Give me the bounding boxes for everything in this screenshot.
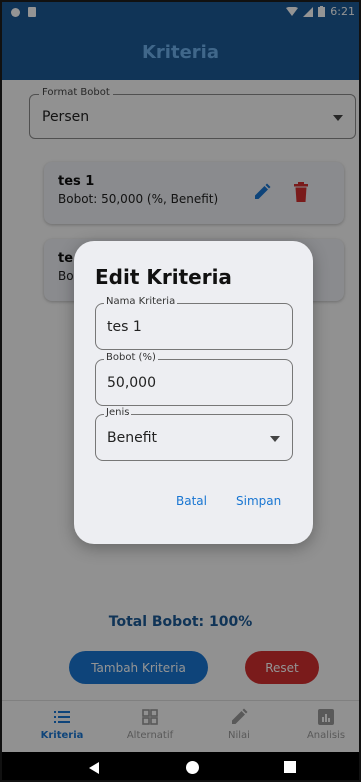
recent-apps-icon[interactable] [284, 761, 296, 773]
type-value: Benefit [107, 430, 158, 446]
format-bobot-dropdown[interactable]: Format Bobot Persen [29, 87, 356, 139]
sim-card-icon [28, 7, 36, 17]
criteria-name-field[interactable]: Nama Kriteria tes 1 [95, 296, 293, 350]
criteria-name-value: tes 1 [107, 319, 142, 335]
total-bobot: Total Bobot: 100% [108, 614, 253, 630]
edit-pencil-icon[interactable] [252, 182, 272, 202]
nav-label: Kriteria [40, 730, 84, 741]
format-bobot-value: Persen [42, 109, 90, 125]
phone-screen: 6:21 Kriteria Format Bobot Persen tes 1 … [0, 0, 361, 782]
cancel-button[interactable]: Batal [176, 494, 207, 508]
system-navigation-bar [2, 752, 359, 780]
type-label: Jenis [104, 407, 132, 418]
criteria-title: tes 1 [58, 174, 95, 189]
save-button[interactable]: Simpan [236, 494, 281, 508]
reset-button[interactable]: Reset [245, 651, 319, 684]
chevron-down-icon [270, 436, 280, 442]
dialog-title: Edit Kriteria [95, 265, 232, 289]
chart-icon [318, 709, 334, 725]
nav-label: Alternatif [126, 730, 174, 741]
nav-item-kriteria[interactable]: Kriteria [27, 707, 97, 741]
pencil-icon [232, 708, 248, 724]
nav-label: Analisis [306, 730, 346, 741]
weight-field[interactable]: Bobot (%) 50,000 [95, 352, 293, 406]
chevron-down-icon [333, 115, 343, 121]
status-time: 6:21 [330, 5, 355, 18]
weight-value: 50,000 [107, 375, 156, 391]
app-bar: Kriteria [2, 24, 359, 80]
type-dropdown[interactable]: Jenis Benefit [95, 407, 293, 461]
criteria-subtitle: Bobot: 50,000 (%, Benefit) [58, 192, 219, 206]
edit-criteria-dialog: Edit Kriteria Nama Kriteria tes 1 Bobot … [74, 241, 313, 544]
weight-label: Bobot (%) [104, 352, 158, 363]
nav-item-nilai[interactable]: Nilai [204, 707, 274, 741]
add-criteria-button[interactable]: Tambah Kriteria [69, 651, 208, 684]
criteria-subtitle: Bo [58, 269, 74, 283]
nav-item-analisis[interactable]: Analisis [291, 707, 359, 741]
grid-icon [142, 709, 158, 725]
battery-icon [318, 6, 326, 17]
criteria-title: te [58, 251, 74, 266]
nav-item-alternatif[interactable]: Alternatif [115, 707, 185, 741]
page-title: Kriteria [141, 42, 219, 63]
delete-trash-icon[interactable] [292, 181, 310, 203]
bottom-navigation: Kriteria Alternatif Nilai Analisis [2, 700, 359, 752]
criteria-card[interactable]: tes 1 Bobot: 50,000 (%, Benefit) [44, 162, 344, 224]
back-icon[interactable] [89, 762, 99, 774]
nav-label: Nilai [228, 730, 250, 741]
notification-dot-icon [11, 7, 20, 17]
format-bobot-label: Format Bobot [39, 87, 113, 98]
status-bar: 6:21 [2, 2, 359, 24]
wifi-icon [286, 6, 299, 16]
signal-icon [303, 6, 314, 17]
list-icon [54, 711, 70, 723]
criteria-name-label: Nama Kriteria [104, 296, 178, 307]
home-icon[interactable] [186, 761, 199, 774]
